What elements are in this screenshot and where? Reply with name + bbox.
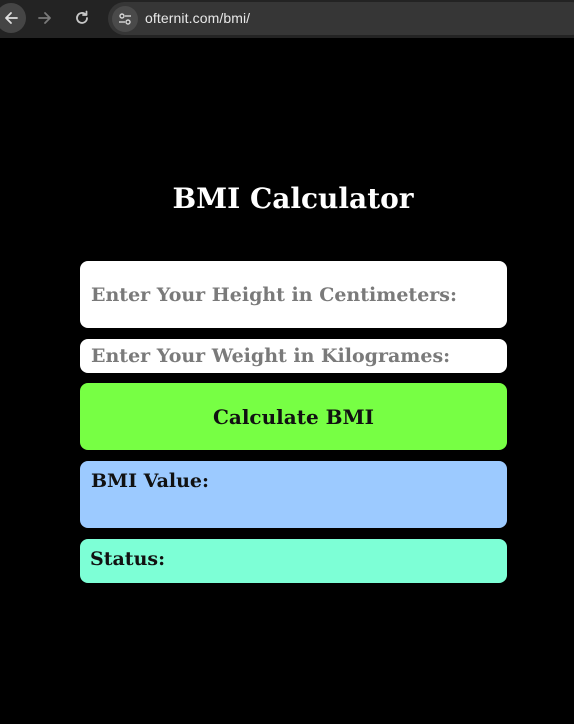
arrow-left-icon bbox=[5, 12, 18, 24]
reload-icon bbox=[76, 10, 88, 24]
address-bar[interactable]: ofternit.com/bmi/ bbox=[108, 2, 574, 35]
page-content: BMI Calculator Calculate BMI BMI Value: … bbox=[0, 38, 574, 724]
height-input[interactable] bbox=[80, 261, 507, 328]
reload-button[interactable] bbox=[67, 3, 97, 33]
arrow-right-icon bbox=[38, 12, 51, 24]
tune-icon bbox=[119, 13, 131, 25]
weight-input[interactable] bbox=[80, 339, 507, 373]
back-button[interactable] bbox=[0, 3, 26, 33]
calculate-bmi-button[interactable]: Calculate BMI bbox=[80, 383, 507, 450]
url-text[interactable]: ofternit.com/bmi/ bbox=[145, 10, 250, 26]
forward-button[interactable] bbox=[30, 3, 60, 33]
site-info-button[interactable] bbox=[112, 6, 138, 32]
bmi-value-label: BMI Value: bbox=[91, 470, 210, 492]
status-box: Status: bbox=[80, 539, 507, 583]
page-title: BMI Calculator bbox=[172, 182, 414, 215]
status-label: Status: bbox=[90, 548, 166, 570]
browser-toolbar: ofternit.com/bmi/ bbox=[0, 0, 574, 38]
bmi-value-box: BMI Value: bbox=[80, 461, 507, 528]
